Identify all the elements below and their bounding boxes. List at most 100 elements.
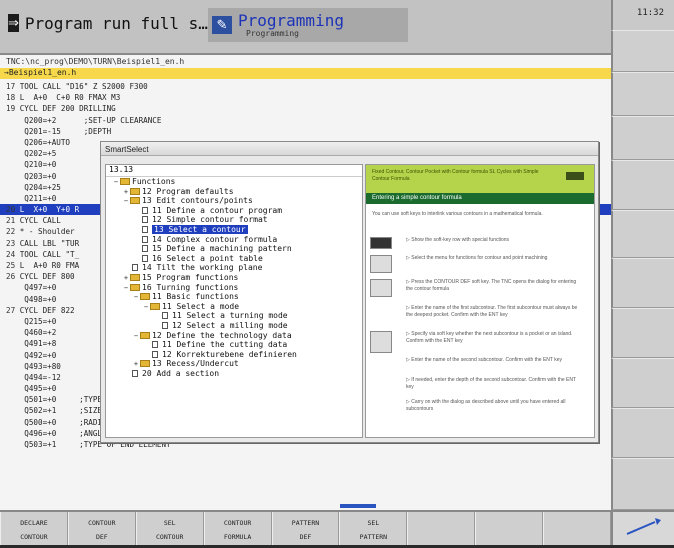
tree-item[interactable]: −13 Edit contours/points (106, 196, 362, 206)
help-close-button[interactable] (566, 172, 584, 180)
folder-icon (130, 273, 140, 281)
tree-item-label: 11 Select a turning mode (172, 311, 288, 321)
tree-item[interactable]: 11 Select a turning mode (106, 311, 362, 321)
tree-item-label: 13 Select a contour (152, 224, 248, 234)
tree-item[interactable]: +15 Program functions (106, 273, 362, 283)
tree-item-label: 16 Turning functions (142, 282, 239, 292)
document-icon (132, 264, 138, 272)
nc-block-number: 18 (6, 93, 16, 103)
nc-block-number: 20 (6, 205, 16, 215)
document-icon (162, 312, 168, 320)
tree-item[interactable]: 11 Define the cutting data (106, 340, 362, 350)
nc-line[interactable]: 17 TOOL CALL "D16" Z S2000 F300 (0, 81, 611, 92)
folder-icon (130, 283, 140, 291)
tree-address: 13.13 (106, 165, 362, 177)
help-breadcrumb: Fixed Contour, Contour Pocket with Conto… (372, 169, 539, 182)
vertical-softkey-1[interactable] (611, 30, 674, 72)
softkey-8[interactable] (475, 512, 544, 545)
edit-icon: ✎ (212, 16, 232, 34)
program-path: TNC:\nc_prog\DEMO\TURN\Beispiel1_en.h (6, 57, 185, 66)
vertical-softkey-3[interactable] (611, 116, 674, 160)
vertical-softkey-10[interactable] (611, 458, 674, 510)
softkey-5[interactable]: PATTERN DEF (271, 512, 340, 545)
document-icon (152, 350, 158, 358)
nc-block-number: 26 (6, 272, 16, 282)
softkey-illustration-icon (370, 279, 392, 297)
nc-block-number: 27 (6, 305, 16, 315)
tree-item[interactable]: −11 Select a mode (106, 302, 362, 312)
document-icon (142, 225, 148, 233)
tree-item-label: 12 Program defaults (142, 186, 234, 196)
softkey-2[interactable]: CONTOUR DEF (67, 512, 136, 545)
softkey-9[interactable] (543, 512, 611, 545)
vertical-softkey-6[interactable] (611, 258, 674, 308)
document-icon (152, 341, 158, 349)
tree-item-label: 16 Select a point table (152, 253, 263, 263)
tree-item[interactable]: −11 Basic functions (106, 292, 362, 302)
softkey-row-switch-button[interactable] (611, 512, 674, 545)
tree-item[interactable]: − Functions (106, 177, 362, 187)
vertical-softkey-5[interactable] (611, 210, 674, 258)
tree-item[interactable]: −16 Turning functions (106, 283, 362, 293)
programming-mode-title: Programming (238, 10, 344, 30)
softkey-1[interactable]: DECLARE CONTOUR (0, 512, 68, 545)
tree-item[interactable]: 15 Define a machining pattern (106, 244, 362, 254)
document-icon (142, 245, 148, 253)
softkey-label-line2: FORMULA (223, 533, 252, 541)
screen-header: ⇒ Program run full s… ✎ Programming Prog… (0, 0, 611, 55)
nc-block-text: CYCL DEF 800 (15, 272, 75, 282)
softkey-3[interactable]: SEL CONTOUR (135, 512, 204, 545)
nc-line[interactable]: 18 L A+0 C+0 R0 FMAX M3 (0, 92, 611, 103)
softkey-7[interactable] (407, 512, 476, 545)
tree-item[interactable]: 14 Tilt the working plane (106, 263, 362, 273)
softkey-4[interactable]: CONTOUR FORMULA (203, 512, 272, 545)
vertical-softkey-4[interactable] (611, 160, 674, 210)
nc-block-text: Q460=+2 (6, 328, 57, 338)
smartselect-dialog: SmartSelect 13.13 − Functions +12 Program … (100, 141, 599, 443)
tree-item-label: 11 Select a mode (162, 301, 240, 311)
tree-item[interactable]: 12 Simple contour format (106, 215, 362, 225)
nc-block-number: 21 (6, 216, 16, 226)
tree-item[interactable]: 13 Select a contour (106, 224, 362, 235)
tree-item[interactable]: −12 Define the technology data (106, 331, 362, 341)
vertical-softkey-2[interactable] (611, 72, 674, 116)
nc-line[interactable]: Q200=+2 ;SET-UP CLEARANCE (0, 115, 611, 126)
tree-item-label: 20 Add a section (142, 368, 220, 378)
nc-block-text: L A+0 R0 FMA (15, 261, 80, 270)
tree-item[interactable]: 20 Add a section (106, 369, 362, 379)
nc-block-text: CYCL CALL (15, 216, 61, 226)
document-icon (142, 254, 148, 262)
programming-mode[interactable]: ✎ Programming Programming (208, 8, 408, 42)
tree-item[interactable]: 16 Select a point table (106, 254, 362, 264)
nc-block-text: Q206=+AUTO (6, 137, 71, 147)
nc-line[interactable]: 19 CYCL DEF 200 DRILLING (0, 103, 611, 114)
help-step: ▷ Carry on with the dialog as described … (406, 399, 566, 412)
machine-mode[interactable]: ⇒ Program run full s… (8, 10, 208, 36)
help-heading: Entering a simple contour formula (366, 193, 594, 204)
tree-item[interactable]: 14 Complex contour formula (106, 235, 362, 245)
tree-item[interactable]: 12 Korrekturebene definieren (106, 350, 362, 360)
tree-item[interactable]: +13 Recess/Undercut (106, 359, 362, 369)
vertical-softkey-7[interactable] (611, 308, 674, 358)
vertical-softkey-9[interactable] (611, 408, 674, 458)
tree-item[interactable]: 11 Define a contour program (106, 206, 362, 216)
nc-block-number: 22 (6, 227, 16, 237)
nc-block-number: 25 (6, 261, 16, 270)
softkey-label-line1: PATTERN (291, 519, 320, 527)
tree-item-label: 12 Simple contour format (152, 215, 268, 225)
folder-icon (130, 187, 140, 195)
folder-icon (140, 331, 150, 339)
tree-item[interactable]: 12 Select a milling mode (106, 321, 362, 331)
tree-item[interactable]: +12 Program defaults (106, 187, 362, 197)
vertical-softkey-8[interactable] (611, 358, 674, 408)
softkey-label-line1: CONTOUR (223, 519, 252, 527)
help-breadcrumb-bar: Fixed Contour, Contour Pocket with Conto… (366, 165, 594, 193)
softkey-illustration-icon (370, 237, 392, 249)
softkey-label-line2: DEF (95, 533, 108, 541)
nc-line[interactable]: Q201=-15 ;DEPTH (0, 126, 611, 137)
function-tree[interactable]: − Functions +12 Program defaults −13 Edit c… (106, 177, 362, 378)
nc-block-text: Q201=-15 ;DEPTH (6, 126, 112, 136)
smartselect-title: SmartSelect (101, 142, 598, 156)
softkey-6[interactable]: SEL PATTERN (339, 512, 408, 545)
file-tab[interactable]: →Beispiel1_en.h (0, 68, 611, 79)
